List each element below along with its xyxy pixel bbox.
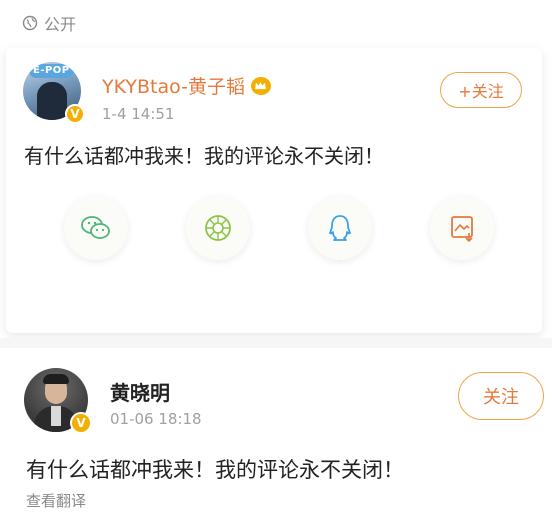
visibility-indicator: 公开 <box>22 10 76 36</box>
qq-icon <box>329 215 351 241</box>
avatar-logo-text: E-POP <box>29 64 74 78</box>
author-name-text: YKYBtao-黄子韬 <box>102 76 245 98</box>
post-timestamp: 01-06 18:18 <box>110 410 202 428</box>
share-qq-button[interactable] <box>308 196 372 260</box>
visibility-label: 公开 <box>44 15 77 34</box>
avatar[interactable]: E-POP V <box>23 62 85 124</box>
post-card: E-POP V YKYBtao-黄子韬 1-4 14:51 +关注 有什么话都冲… <box>6 48 542 333</box>
post-timestamp: 1-4 14:51 <box>102 105 175 123</box>
globe-icon <box>22 15 38 31</box>
follow-button[interactable]: +关注 <box>440 72 522 108</box>
avatar[interactable]: V <box>24 368 92 434</box>
verified-badge-icon: V <box>70 412 92 434</box>
crown-icon <box>250 76 271 95</box>
section-divider <box>0 338 552 348</box>
share-save-image-button[interactable] <box>430 196 494 260</box>
share-moments-button[interactable] <box>186 196 250 260</box>
view-translation-link[interactable]: 查看翻译 <box>26 490 86 511</box>
save-image-icon <box>451 216 473 243</box>
share-options <box>64 196 494 260</box>
post-content: 有什么话都冲我来！我的评论永不关闭！ <box>26 458 404 482</box>
verified-badge-icon: V <box>65 104 85 124</box>
author-name[interactable]: 黄晓明 <box>110 377 170 406</box>
wechat-icon <box>81 216 110 239</box>
post-content: 有什么话都冲我来！我的评论永不关闭！ <box>24 144 384 168</box>
follow-button[interactable]: 关注 <box>458 372 544 420</box>
moments-icon <box>205 215 231 241</box>
share-wechat-button[interactable] <box>64 196 128 260</box>
author-name[interactable]: YKYBtao-黄子韬 <box>102 72 271 99</box>
